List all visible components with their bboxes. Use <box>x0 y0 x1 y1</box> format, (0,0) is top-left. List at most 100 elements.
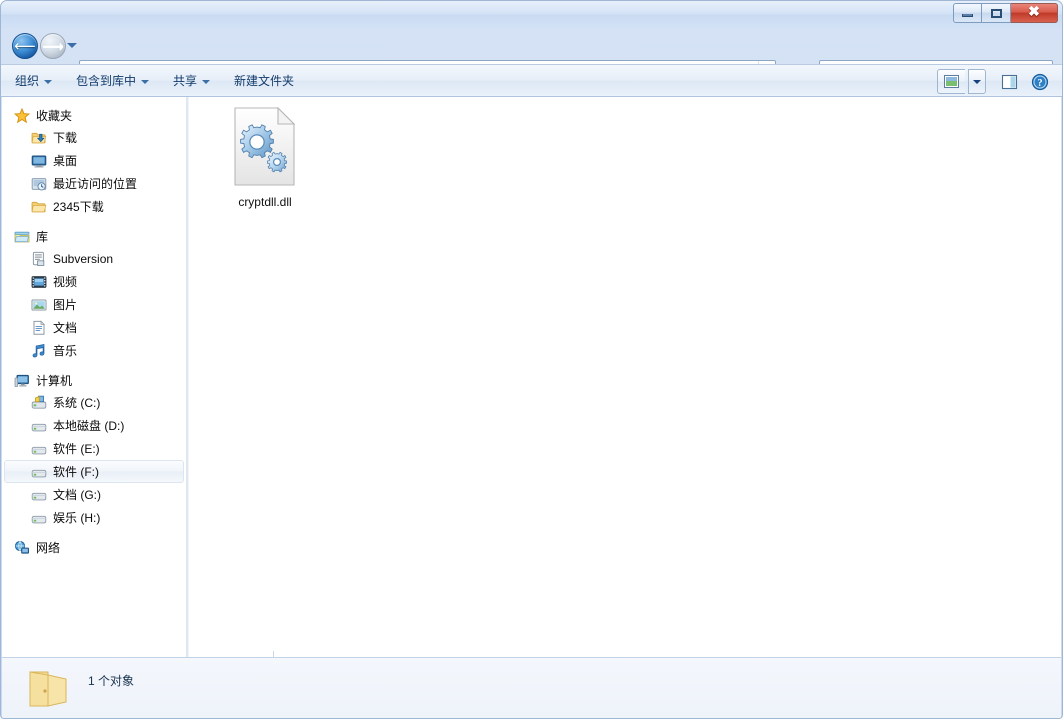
sidebar-item-label: 本地磁盘 (D:) <box>53 419 125 433</box>
svg-text:?: ? <box>1038 78 1043 89</box>
change-view-dropdown[interactable] <box>968 69 986 94</box>
drive-icon <box>31 464 47 480</box>
status-bar: 1 个对象 <box>2 657 1061 718</box>
preview-pane-button[interactable] <box>995 69 1023 94</box>
folder-icon <box>31 199 47 215</box>
sidebar-item-2[interactable]: 最近访问的位置 <box>4 172 184 195</box>
sidebar-item-label: 2345下载 <box>53 200 104 214</box>
sidebar-item-0[interactable]: 下载 <box>4 126 184 149</box>
recent-places-icon <box>31 176 47 192</box>
toolbar-button-label: 包含到库中 <box>76 74 137 88</box>
toolbar-button[interactable]: 组织 <box>5 69 62 93</box>
nav-group-header[interactable]: 计算机 <box>2 370 186 391</box>
window-controls: ✖ <box>953 3 1058 23</box>
sidebar-item-4[interactable]: 文档 (G:) <box>4 483 184 506</box>
sidebar-item-label: 下载 <box>53 131 78 145</box>
toolbar-button-label: 共享 <box>173 74 198 88</box>
network-icon <box>14 540 30 556</box>
toolbar-right-group: ? <box>937 69 1054 94</box>
drive-icon <box>31 441 47 457</box>
sidebar-item-label: 软件 (E:) <box>53 442 100 456</box>
sidebar-item-0[interactable]: Subversion <box>4 247 184 270</box>
title-bar: ✖ <box>1 1 1062 28</box>
sidebar-item-1[interactable]: 视频 <box>4 270 184 293</box>
drive-icon <box>31 418 47 434</box>
folder-icon <box>26 668 72 713</box>
sidebar-item-label: 文档 (G:) <box>53 488 101 502</box>
change-view-icon <box>944 75 959 88</box>
sidebar-item-label: 桌面 <box>53 154 78 168</box>
subversion-icon <box>31 251 47 267</box>
nav-group-header[interactable]: 库 <box>2 226 186 247</box>
sidebar-item-4[interactable]: 音乐 <box>4 339 184 362</box>
sidebar-item-label: Subversion <box>53 251 114 266</box>
sidebar-item-3[interactable]: 2345下载 <box>4 195 184 218</box>
nav-group: 库 Subversion 视频图片文档音乐 <box>2 226 186 362</box>
toolbar-button[interactable]: 新建文件夹 <box>224 69 304 93</box>
nav-group: 网络 <box>2 537 186 558</box>
maximize-icon <box>990 8 1002 18</box>
pictures-icon <box>31 297 47 313</box>
minimize-button[interactable] <box>953 3 982 23</box>
sidebar-item-label: 文档 <box>53 321 78 335</box>
nav-group-label: 网络 <box>36 541 61 555</box>
forward-button[interactable]: ⟶ <box>40 33 66 59</box>
navigation-pane[interactable]: 收藏夹下载桌面最近访问的位置 2345下载库 Subversion 视频图片文档音乐计… <box>2 97 186 657</box>
sidebar-item-0[interactable]: 系统 (C:) <box>4 391 184 414</box>
toolbar-button[interactable]: 包含到库中 <box>66 69 159 93</box>
nav-group-header[interactable]: 收藏夹 <box>2 105 186 126</box>
sidebar-item-2[interactable]: 图片 <box>4 293 184 316</box>
toolbar-button-label: 新建文件夹 <box>234 74 295 88</box>
recent-pages-dropdown[interactable] <box>67 43 77 48</box>
sidebar-item-label: 最近访问的位置 <box>53 177 138 191</box>
dll-file-icon <box>233 106 297 190</box>
toolbar-items: 组织 包含到库中 共享 新建文件夹 <box>1 69 304 93</box>
sidebar-item-1[interactable]: 桌面 <box>4 149 184 172</box>
list-item[interactable]: cryptdll.dll <box>212 106 318 224</box>
desktop-icon <box>31 153 47 169</box>
close-icon: ✖ <box>1028 5 1040 20</box>
drive-icon <box>31 510 47 526</box>
sidebar-item-3[interactable]: 文档 <box>4 316 184 339</box>
maximize-button[interactable] <box>982 3 1011 23</box>
minimize-icon <box>962 14 973 17</box>
chevron-down-icon <box>973 79 981 84</box>
list-item-label: cryptdll.dll <box>238 195 292 209</box>
sidebar-item-1[interactable]: 本地磁盘 (D:) <box>4 414 184 437</box>
music-icon <box>31 343 47 359</box>
back-button[interactable]: ⟵ <box>12 33 38 59</box>
star-icon <box>13 107 31 124</box>
toolbar-button[interactable]: 共享 <box>163 69 220 93</box>
help-icon: ? <box>1031 73 1049 90</box>
nav-group: 计算机系统 (C:) 本地磁盘 (D:) 软件 (E:) 软件 (F:) 文档 (G:)… <box>2 370 186 529</box>
sidebar-item-3[interactable]: 软件 (F:) <box>4 460 184 483</box>
forward-arrow-icon: ⟶ <box>42 36 64 55</box>
chevron-down-icon <box>202 79 211 84</box>
sidebar-item-2[interactable]: 软件 (E:) <box>4 437 184 460</box>
nav-group-header[interactable]: 网络 <box>2 537 186 558</box>
sidebar-item-label: 系统 (C:) <box>53 396 101 410</box>
change-view-button[interactable] <box>937 69 965 94</box>
chevron-down-icon <box>141 79 150 84</box>
library-icon <box>14 229 30 245</box>
sidebar-item-5[interactable]: 娱乐 (H:) <box>4 506 184 529</box>
preview-pane-icon <box>1001 74 1017 89</box>
nav-group: 收藏夹下载桌面最近访问的位置 2345下载 <box>2 105 186 218</box>
file-list-view[interactable]: cryptdll.dll <box>188 97 1061 657</box>
system-drive-icon <box>31 395 47 411</box>
drive-icon <box>31 487 47 503</box>
sidebar-item-label: 娱乐 (H:) <box>53 511 101 525</box>
nav-group-label: 收藏夹 <box>36 109 73 123</box>
close-button[interactable]: ✖ <box>1011 3 1058 23</box>
chevron-down-icon <box>44 79 53 84</box>
nav-group-label: 库 <box>36 230 49 244</box>
sidebar-item-label: 软件 (F:) <box>53 465 99 479</box>
sidebar-item-label: 音乐 <box>53 344 78 358</box>
toolbar-button-label: 组织 <box>15 74 40 88</box>
explorer-window: ✖ ⟵ ⟶ ▸ 计算机▸软件 (F:)▸系统之家▸新建文件夹 (19)▸cryp… <box>0 0 1063 719</box>
back-arrow-icon: ⟵ <box>14 36 36 55</box>
downloads-folder-icon <box>31 130 47 146</box>
navigation-bar: ⟵ ⟶ ▸ 计算机▸软件 (F:)▸系统之家▸新建文件夹 (19)▸cryptd… <box>1 28 1062 83</box>
help-button[interactable]: ? <box>1026 69 1054 94</box>
sidebar-item-label: 图片 <box>53 298 78 312</box>
